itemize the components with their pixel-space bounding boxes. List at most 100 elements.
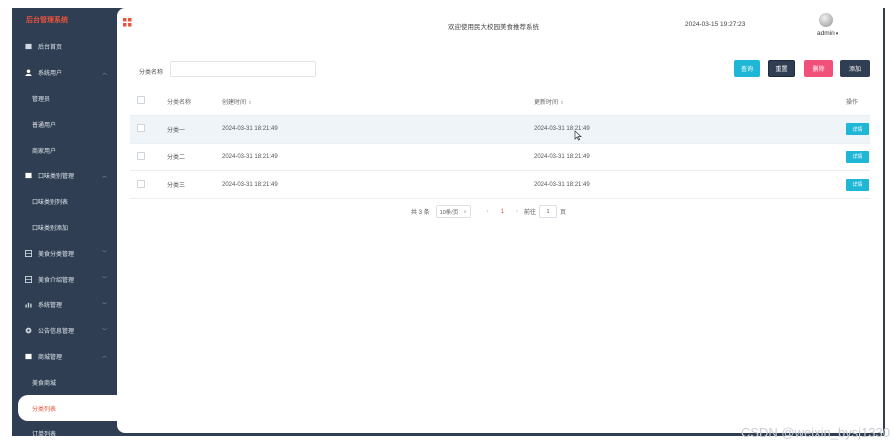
grid-icon [24,275,32,283]
chevron-down-icon: ﹀ [101,302,107,309]
detail-button[interactable]: 详情 [846,178,869,191]
next-page-icon[interactable]: › [516,209,518,215]
top-bar: 欢迎使用民大校园美食推荐系统 2024-03-15 19:27:23 admin… [117,8,883,44]
sidebar-item-13[interactable]: 美食商城 [12,369,117,395]
grid-icon [24,249,32,257]
category-name-input[interactable] [170,61,316,77]
sidebar-item-label: 后台首页 [38,45,63,52]
cell-created: 2024-03-31 18:21:49 [222,170,534,200]
home-icon [24,43,32,51]
sidebar-item-14[interactable]: 分类列表 [18,395,117,421]
sidebar-item-3[interactable]: 普通用户 [12,111,117,137]
cell-created: 2024-03-31 18:21:49 [222,115,534,144]
reset-button[interactable]: 重置 [768,60,795,77]
page-suffix: 页 [559,210,566,216]
chevron-up-icon: ︿ [101,353,107,360]
brand-title: 后台管理系统 [26,17,68,24]
search-bar: 分类名称 查询 重置 删除 添加 [117,58,883,82]
sidebar-item-label: 订单列表 [32,432,57,439]
total-count: 共 3 条 [411,210,430,216]
header-updated-label: 更新时间 [534,99,559,106]
table-row[interactable]: 分类三 2024-03-31 18:21:49 2024-03-31 18:21:4… [130,170,870,200]
delete-button[interactable]: 删除 [804,60,833,77]
sidebar-item-label: 口味类别管理 [38,174,75,181]
sidebar-item-2[interactable]: 管理员 [12,86,117,112]
sidebar: 后台管理系统 后台首页系统用户 ︿ 管理员 普通用户 商家用户口味类别管理 ︿ 口味类别列表… [12,8,117,438]
row-checkbox[interactable] [137,151,145,160]
chart-icon [24,301,32,309]
goto-label: 前往 [523,210,536,216]
settings-icon [24,327,32,335]
header-updated[interactable]: 更新时间 ⇕ [534,88,846,116]
cell-name: 分类三 [167,170,222,200]
add-button[interactable]: 添加 [840,60,870,77]
chevron-up-icon: ︿ [101,173,107,180]
select-all-checkbox[interactable] [137,96,145,105]
menu-grid-icon[interactable] [123,18,132,27]
sidebar-item-label: 公告信息管理 [38,329,75,336]
prev-page-icon[interactable]: ‹ [487,209,489,215]
row-checkbox[interactable] [137,179,145,188]
sidebar-item-4[interactable]: 商家用户 [12,137,117,163]
sidebar-item-8[interactable]: 美食分类管理 ﹀ [12,240,117,266]
sidebar-item-15[interactable]: 订单列表 [12,421,117,447]
username: admin [817,30,835,37]
folder-icon [24,172,32,180]
sort-icon[interactable]: ⇕ [248,100,252,105]
cell-action: 详情 [846,170,870,200]
sidebar-item-9[interactable]: 美食介绍管理 ﹀ [12,266,117,292]
cell-action: 详情 [846,115,870,144]
sidebar-item-10[interactable]: 系统管理 ﹀ [12,292,117,318]
page-number[interactable]: 1 [501,209,504,215]
cell-created: 2024-03-31 18:21:49 [222,143,534,172]
table-header-row: 分类名称 创建时间 ⇕ 更新时间 ⇕ 操作 [130,88,870,116]
header-created[interactable]: 创建时间 ⇕ [222,88,534,116]
caret-down-icon: ▾ [835,31,839,37]
main-content: 欢迎使用民大校园美食推荐系统 2024-03-15 19:27:23 admin… [117,8,883,433]
query-button[interactable]: 查询 [734,60,760,77]
sidebar-item-6[interactable]: 口味类别列表 [12,189,117,215]
row-checkbox[interactable] [137,124,145,133]
sidebar-item-0[interactable]: 后台首页 [12,34,117,60]
sidebar-item-7[interactable]: 口味类别添加 [12,215,117,241]
sidebar-item-label: 美食分类管理 [38,251,75,258]
goto-page-input[interactable]: 1 [538,205,557,218]
user-icon [24,69,32,77]
cell-name: 分类一 [167,115,222,144]
sidebar-item-12[interactable]: 商城管理 ︿ [12,344,117,370]
cell-updated: 2024-03-31 18:21:49 [534,170,846,200]
watermark: CSDN @weixin_bysj1330 [740,425,890,440]
current-datetime: 2024-03-15 19:27:23 [685,21,746,28]
detail-button[interactable]: 详情 [846,150,869,163]
sidebar-item-label: 系统管理 [38,303,63,310]
table-row[interactable]: 分类一 2024-03-31 18:21:49 2024-03-31 18:21:4… [130,115,870,144]
row-select-cell [130,170,167,200]
header-created-label: 创建时间 [222,99,247,106]
sidebar-item-label: 口味类别添加 [32,225,69,232]
page-size-value: 10条/页 [439,209,459,216]
pagination: 共 3 条 10条/页 ∨ ‹ 1 › 前往 1 页 [411,205,566,218]
sidebar-item-11[interactable]: 公告信息管理 ﹀ [12,318,117,344]
chevron-down-icon: ﹀ [101,328,107,335]
cell-updated: 2024-03-31 18:21:49 [534,143,846,172]
user-menu[interactable]: admin▾ [817,30,838,37]
table-row[interactable]: 分类二 2024-03-31 18:21:49 2024-03-31 18:21:4… [130,143,870,172]
shop-icon [24,352,32,360]
chevron-down-icon: ∨ [463,208,467,214]
sidebar-item-label: 系统用户 [38,71,63,78]
search-label: 分类名称 [139,70,164,76]
sidebar-item-label: 美食介绍管理 [38,277,75,284]
chevron-up-icon: ︿ [101,70,107,77]
sort-icon[interactable]: ⇕ [560,100,564,105]
cell-action: 详情 [846,143,870,172]
chevron-down-icon: ﹀ [101,276,107,283]
header-name: 分类名称 [167,88,222,116]
row-select-cell [130,115,167,144]
header-action: 操作 [846,88,870,116]
sidebar-item-5[interactable]: 口味类别管理 ︿ [12,163,117,189]
page-size-select[interactable]: 10条/页 ∨ [435,205,471,218]
sidebar-item-1[interactable]: 系统用户 ︿ [12,60,117,86]
row-select-cell [130,143,167,172]
avatar[interactable] [819,13,833,27]
detail-button[interactable]: 详情 [846,123,869,136]
